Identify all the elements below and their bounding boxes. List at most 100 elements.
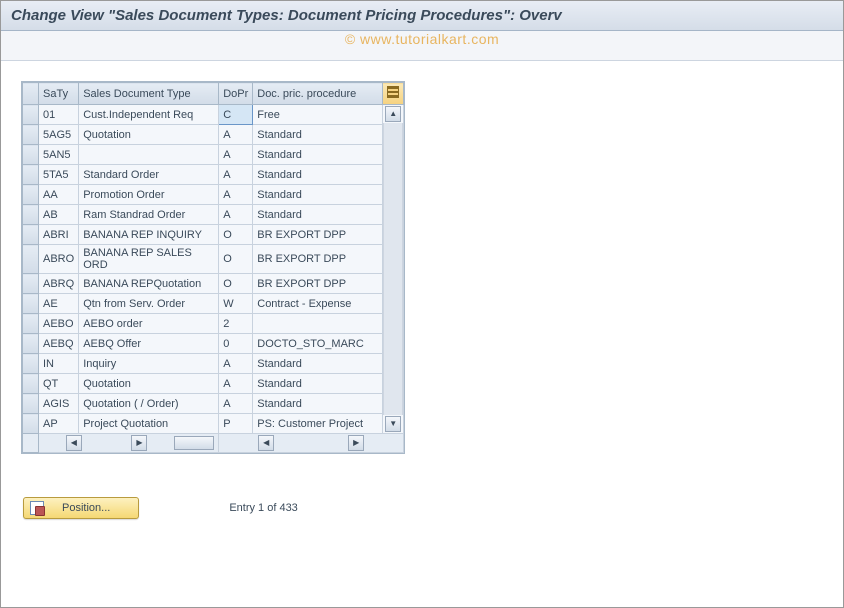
row-selector[interactable] [23,125,39,145]
cell-dopr[interactable]: A [219,145,253,165]
cell-sdt[interactable]: Quotation ( / Order) [79,394,219,414]
cell-sdt[interactable]: BANANA REP INQUIRY [79,225,219,245]
cell-dopr[interactable]: 0 [219,334,253,354]
cell-saty[interactable]: IN [39,354,79,374]
cell-saty[interactable]: AE [39,294,79,314]
row-selector[interactable] [23,185,39,205]
cell-dpp[interactable]: Free [253,105,383,125]
cell-dpp[interactable]: BR EXPORT DPP [253,225,383,245]
cell-saty[interactable]: AEBO [39,314,79,334]
row-selector[interactable] [23,245,39,274]
cell-dpp[interactable]: Standard [253,374,383,394]
cell-dopr[interactable]: O [219,225,253,245]
hscroll-right-button-2[interactable]: ▶ [348,435,364,451]
cell-dopr[interactable]: O [219,274,253,294]
cell-sdt[interactable]: Promotion Order [79,185,219,205]
cell-dopr[interactable]: A [219,125,253,145]
cell-saty[interactable]: ABRI [39,225,79,245]
cell-sdt[interactable]: Quotation [79,374,219,394]
cell-saty[interactable]: ABRQ [39,274,79,294]
cell-saty[interactable]: 5AN5 [39,145,79,165]
cell-dpp[interactable]: BR EXPORT DPP [253,274,383,294]
cell-saty[interactable]: AEBQ [39,334,79,354]
cell-dpp[interactable]: Standard [253,185,383,205]
cell-dpp[interactable]: BR EXPORT DPP [253,245,383,274]
col-dopr-header[interactable]: DoPr [219,83,253,105]
col-sdt-header[interactable]: Sales Document Type [79,83,219,105]
cell-sdt[interactable]: Quotation [79,125,219,145]
cell-saty[interactable]: AP [39,414,79,434]
row-selector[interactable] [23,374,39,394]
cell-saty[interactable]: AGIS [39,394,79,414]
cell-sdt[interactable]: BANANA REPQuotation [79,274,219,294]
select-all-cell[interactable] [23,83,39,105]
position-button[interactable]: Position... [23,497,139,519]
col-saty-header[interactable]: SaTy [39,83,79,105]
cell-sdt[interactable]: Project Quotation [79,414,219,434]
cell-sdt[interactable]: AEBO order [79,314,219,334]
cell-dopr[interactable]: P [219,414,253,434]
vscroll-up-button[interactable]: ▲ [385,106,401,122]
row-selector[interactable] [23,294,39,314]
hscroll-right-area: ◀ ▶ [219,434,404,453]
cell-dopr[interactable]: A [219,394,253,414]
cell-dpp[interactable]: Standard [253,354,383,374]
row-selector[interactable] [23,145,39,165]
cell-dopr[interactable]: A [219,374,253,394]
hscroll-left-button[interactable]: ◀ [66,435,82,451]
cell-saty[interactable]: 01 [39,105,79,125]
cell-dopr[interactable]: C [219,105,253,125]
cell-sdt[interactable]: Cust.Independent Req [79,105,219,125]
vscroll-track[interactable] [383,123,403,415]
hscroll-thumb[interactable] [174,436,214,450]
cell-dopr[interactable]: A [219,205,253,225]
cell-dopr[interactable]: A [219,354,253,374]
cell-sdt[interactable] [79,145,219,165]
cell-saty[interactable]: QT [39,374,79,394]
cell-dpp[interactable]: DOCTO_STO_MARC [253,334,383,354]
table-row: 01Cust.Independent ReqCFree▲▼ [23,105,404,125]
cell-dpp[interactable]: Contract - Expense [253,294,383,314]
cell-sdt[interactable]: Inquiry [79,354,219,374]
cell-sdt[interactable]: Standard Order [79,165,219,185]
cell-dpp[interactable]: Standard [253,125,383,145]
cell-sdt[interactable]: AEBQ Offer [79,334,219,354]
cell-dopr[interactable]: O [219,245,253,274]
col-dpp-header[interactable]: Doc. pric. procedure [253,83,383,105]
table-row: 5AN5 AStandard [23,145,404,165]
cell-dpp[interactable] [253,314,383,334]
row-selector[interactable] [23,314,39,334]
row-selector[interactable] [23,274,39,294]
row-selector[interactable] [23,205,39,225]
cell-dopr[interactable]: 2 [219,314,253,334]
cell-saty[interactable]: AB [39,205,79,225]
cell-saty[interactable]: AA [39,185,79,205]
cell-dopr[interactable]: A [219,165,253,185]
cell-dpp[interactable]: PS: Customer Project [253,414,383,434]
row-selector[interactable] [23,225,39,245]
cell-saty[interactable]: 5TA5 [39,165,79,185]
cell-dopr[interactable]: A [219,185,253,205]
cell-sdt[interactable]: Qtn from Serv. Order [79,294,219,314]
cell-saty[interactable]: 5AG5 [39,125,79,145]
row-selector[interactable] [23,105,39,125]
row-selector[interactable] [23,354,39,374]
hscroll-left-button-2[interactable]: ◀ [258,435,274,451]
cell-saty[interactable]: ABRO [39,245,79,274]
cell-dpp[interactable]: Standard [253,165,383,185]
hscroll-right-button[interactable]: ▶ [131,435,147,451]
data-table: SaTy Sales Document Type DoPr Doc. pric.… [22,82,404,453]
row-selector[interactable] [23,334,39,354]
cell-dpp[interactable]: Standard [253,394,383,414]
cell-dpp[interactable]: Standard [253,145,383,165]
vscroll-down-button[interactable]: ▼ [385,416,401,432]
cell-sdt[interactable]: BANANA REP SALES ORD [79,245,219,274]
table-row: AAPromotion OrderAStandard [23,185,404,205]
row-selector[interactable] [23,414,39,434]
row-selector[interactable] [23,394,39,414]
cell-dopr[interactable]: W [219,294,253,314]
table-config-button[interactable] [383,83,404,105]
cell-dpp[interactable]: Standard [253,205,383,225]
row-selector[interactable] [23,165,39,185]
cell-sdt[interactable]: Ram Standrad Order [79,205,219,225]
